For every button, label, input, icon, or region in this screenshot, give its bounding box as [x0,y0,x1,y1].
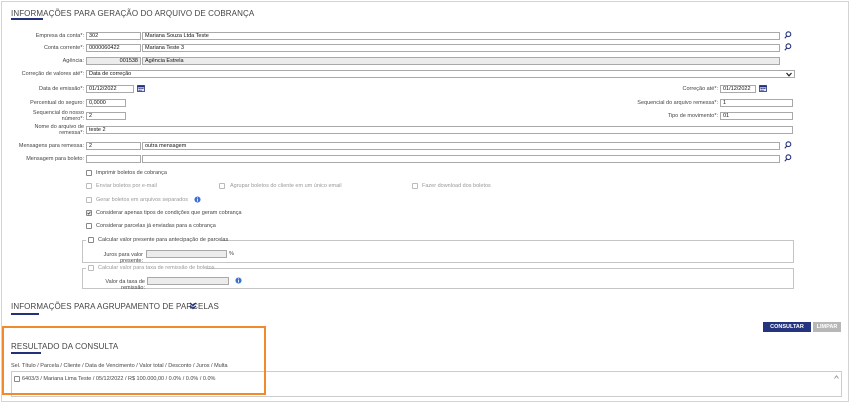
remissao-legend: Calcular valor para taxa de remissão de … [86,264,214,272]
double-chevron-down-icon[interactable] [189,302,197,310]
correcao-valores-select[interactable]: Data de correção [86,70,795,78]
antecipacao-checkbox[interactable] [88,237,94,243]
remissao-legend-text: Calcular valor para taxa de remissão de … [98,265,215,271]
nome-arquivo-input[interactable]: teste 2 [86,126,793,134]
empresa-code-input[interactable]: 302 [86,32,141,40]
sequencial-nosso-label: Sequencial do nosso número*: [4,110,84,122]
imprimir-checkbox[interactable] [86,170,92,176]
scroll-up-icon[interactable] [834,375,839,379]
search-icon[interactable] [784,154,792,162]
consultar-button[interactable]: CONSULTAR [763,322,811,332]
info-icon[interactable] [194,196,201,203]
conta-code-input[interactable]: 0000060422 [86,44,141,52]
search-icon[interactable] [784,141,792,149]
msg-remessa-text-input[interactable]: outra mensagem [142,142,780,150]
nome-arquivo-label-line2: remessa*: [59,130,84,136]
conta-name-input[interactable]: Mariana Teste 3 [142,44,780,52]
percentual-seguro-input[interactable]: 0,0000 [86,99,126,107]
gerar-separados-checkbox[interactable] [86,197,92,203]
msg-remessa-label: Mensagens para remessa: [18,143,84,149]
remissao-input[interactable] [147,277,229,285]
considerar-parcelas-checkbox[interactable] [86,223,92,229]
empresa-label: Empresa da conta*: [35,33,84,39]
msg-boleto-code-input[interactable] [86,155,141,163]
agrupar-checkbox[interactable] [219,183,225,189]
limpar-button[interactable]: LIMPAR [813,322,841,332]
enviar-email-label: Enviar boletos por e-mail [96,183,157,189]
chevron-down-icon[interactable] [786,72,792,77]
considerar-parcelas-label: Considerar parcelas já enviadas para a c… [96,223,216,229]
calendar-icon[interactable] [137,85,145,92]
sequencial-remessa-label: Sequencial do arquivo remessa*: [637,100,718,106]
tipo-movimento-label: Tipo de movimento*: [667,113,718,119]
correcao-valores-label: Correção de valores até*: [21,71,84,77]
gerar-separados-label: Gerar boletos em arquivos separados [96,197,189,203]
download-label: Fazer download dos boletos [422,183,491,189]
agencia-label: Agência: [62,58,84,64]
correcao-ate-label: Correção até*: [682,86,718,92]
check-icon [87,211,91,215]
tipo-movimento-input[interactable]: 01 [720,112,793,120]
download-checkbox[interactable] [412,183,418,189]
sequencial-nosso-label-line2: número*: [61,116,84,122]
highlight-box [2,326,266,395]
section-underline [11,313,39,315]
remissao-label: Valor da taxa de remissão: [105,279,145,291]
percent-suffix: % [229,251,234,257]
conta-label: Conta corrente*: [43,45,84,51]
enviar-email-checkbox[interactable] [86,183,92,189]
agrupar-label: Agrupar boletos do cliente em um único e… [230,183,342,189]
agencia-name-field: Agência Estrela [142,57,780,65]
msg-boleto-label: Mensagem para boleto: [26,156,84,162]
sequencial-nosso-input[interactable]: 2 [86,112,126,120]
section-underline [11,18,43,20]
search-icon[interactable] [784,43,792,51]
antecipacao-label: Juros para valor presente: [103,252,143,264]
calendar-icon[interactable] [759,85,767,92]
remissao-checkbox[interactable] [88,265,94,271]
considerar-apenas-checkbox[interactable] [86,210,92,216]
msg-remessa-code-input[interactable]: 2 [86,142,141,150]
antecipacao-legend: Calcular valor presente para antecipação… [86,236,228,244]
sequencial-remessa-input[interactable]: 1 [720,99,793,107]
antecipacao-legend-text: Calcular valor presente para antecipação… [98,237,229,243]
search-icon[interactable] [784,31,792,39]
agencia-code-field: 001538 [86,57,141,65]
considerar-apenas-label: Considerar apenas tipos de condições que… [96,210,242,216]
info-icon[interactable] [235,277,242,284]
data-emissao-label: Data de emissão*: [39,86,84,92]
empresa-name-input[interactable]: Mariana Souza Ltda Teste [142,32,780,40]
percentual-seguro-label: Percentual do seguro: [30,100,84,106]
antecipacao-input[interactable] [146,250,227,258]
section-title-agrupamento: INFORMAÇÕES PARA AGRUPAMENTO DE PARCELAS [11,302,219,311]
imprimir-label: Imprimir boletos de cobrança [96,170,167,176]
msg-boleto-text-input[interactable] [142,155,780,163]
nome-arquivo-label: Nome do arquivo de remessa*: [4,124,84,136]
section-title-geracao: INFORMAÇÕES PARA GERAÇÃO DO ARQUIVO DE C… [11,9,255,18]
data-emissao-input[interactable]: 01/12/2022 [86,85,134,93]
correcao-ate-input[interactable]: 01/12/2022 [720,85,756,93]
